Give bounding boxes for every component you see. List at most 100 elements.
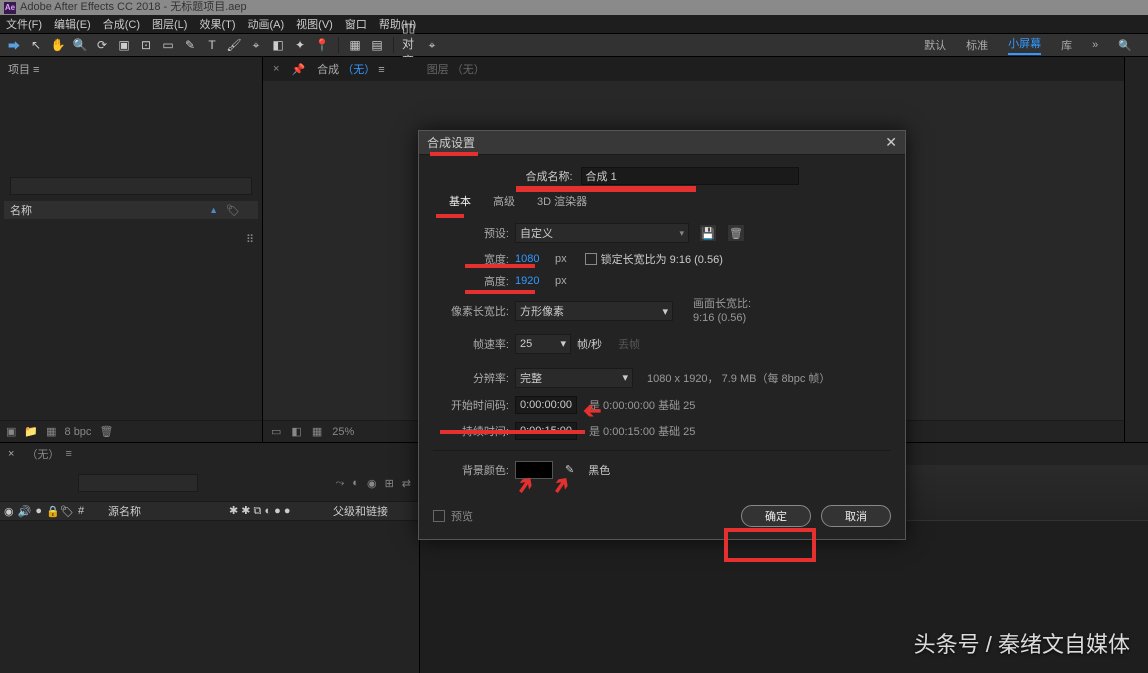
label-column-icon[interactable]: 🏷 <box>60 505 74 518</box>
viewer-zoom[interactable]: 25% <box>332 426 354 438</box>
hand-tool-icon[interactable]: ✋ <box>50 37 66 53</box>
dialog-close-icon[interactable]: ✕ <box>885 134 897 151</box>
clone-tool-icon[interactable]: ⌖ <box>248 37 264 53</box>
right-dock[interactable] <box>1124 57 1148 442</box>
workspace-library[interactable]: 库 <box>1061 37 1072 53</box>
workspace-switcher: 默认 标准 小屏幕 库 » 🔍 <box>924 35 1142 55</box>
puppet-tool-icon[interactable]: 📍 <box>314 37 330 53</box>
selection-tool-icon[interactable]: ↖ <box>28 37 44 53</box>
align-icon[interactable]: ▯▯ 对齐 <box>402 37 418 53</box>
delete-preset-icon[interactable]: 🗑 <box>727 224 745 242</box>
timeline-shy-icon[interactable]: ⤳ <box>335 477 344 490</box>
bg-label: 背景颜色: <box>423 462 509 478</box>
workspace-more-icon[interactable]: » <box>1092 39 1098 51</box>
viewer-icon-2[interactable]: ◧ <box>291 425 301 438</box>
dialog-title: 合成设置 <box>427 134 475 151</box>
eye-column-icon[interactable]: ◉ <box>4 505 14 518</box>
duration-input[interactable] <box>515 422 577 440</box>
width-input[interactable] <box>515 253 549 265</box>
text-tool-icon[interactable]: T <box>204 37 220 53</box>
new-comp-icon[interactable]: ▦ <box>46 425 56 438</box>
fps-label: 帧速率: <box>437 336 509 352</box>
project-panel-tab[interactable]: 项目 ≡ <box>8 61 39 77</box>
comp-name-input[interactable] <box>581 167 799 185</box>
solo-column-icon[interactable]: ● <box>35 505 42 518</box>
new-folder-icon[interactable]: 📁 <box>24 425 38 438</box>
tab-basic[interactable]: 基本 <box>449 193 471 209</box>
timeline-graph-icon[interactable]: ⊞ <box>385 477 394 490</box>
camera-tool-icon[interactable]: ▣ <box>116 37 132 53</box>
shape-tool-icon[interactable]: ▭ <box>160 37 176 53</box>
menu-composition[interactable]: 合成(C) <box>103 16 140 32</box>
search-icon[interactable]: 🔍 <box>1118 39 1132 52</box>
zoom-tool-icon[interactable]: 🔍 <box>72 37 88 53</box>
save-preset-icon[interactable]: 💾 <box>699 224 717 242</box>
viewer-close-icon[interactable]: × <box>273 63 279 75</box>
source-name-column[interactable]: 源名称 <box>100 503 229 519</box>
menu-effect[interactable]: 效果(T) <box>199 16 235 32</box>
index-column-icon[interactable]: # <box>78 505 84 518</box>
project-column-header[interactable]: 名称 ▲ 🏷 <box>4 201 258 219</box>
workspace-standard[interactable]: 标准 <box>966 37 988 53</box>
lock-aspect-checkbox[interactable] <box>585 253 597 265</box>
menu-animation[interactable]: 动画(A) <box>248 16 285 32</box>
eyedropper-icon[interactable]: ✎ <box>565 463 574 476</box>
snap-icon[interactable]: ▦ <box>347 37 363 53</box>
pen-tool-icon[interactable]: ✎ <box>182 37 198 53</box>
preview-checkbox[interactable] <box>433 510 445 522</box>
sort-arrow-icon: ▲ <box>209 205 218 215</box>
project-search-input[interactable] <box>10 177 252 195</box>
parent-column[interactable]: 父级和链接 <box>329 503 419 519</box>
switches-column-icon[interactable]: ✱ ✱ ⧉ ◐ ● ● <box>229 505 291 517</box>
eraser-tool-icon[interactable]: ◧ <box>270 37 286 53</box>
audio-column-icon[interactable]: 🔊 <box>18 505 32 518</box>
viewer-icon-1[interactable]: ▭ <box>271 425 281 438</box>
bg-color-swatch[interactable] <box>515 461 553 479</box>
res-select[interactable]: 完整▾ <box>515 368 633 388</box>
timeline-tab-close-icon[interactable]: × <box>8 448 14 460</box>
trash-icon[interactable]: 🗑 <box>99 425 113 438</box>
home-icon[interactable]: ⮕ <box>6 37 22 53</box>
window-title: Adobe After Effects CC 2018 - 无标题项目.aep <box>20 0 247 15</box>
height-input[interactable] <box>515 275 549 287</box>
timeline-mb-icon[interactable]: ◉ <box>367 477 377 490</box>
workspace-default[interactable]: 默认 <box>924 37 946 53</box>
preset-label: 预设: <box>437 225 509 241</box>
brush-tool-icon[interactable]: 🖌 <box>226 37 242 53</box>
grid-icon[interactable]: ▤ <box>369 37 385 53</box>
watermark: 头条号 / 秦绪文自媒体 <box>914 627 1130 659</box>
snap-toggle-icon[interactable]: ⌖ <box>424 37 440 53</box>
menu-layer[interactable]: 图层(L) <box>152 16 187 32</box>
interpret-icon[interactable]: ▣ <box>6 425 16 438</box>
timeline-tab-none[interactable]: （无） <box>26 446 59 462</box>
timeline-blend-icon[interactable]: ◐ <box>352 477 359 489</box>
par-select[interactable]: 方形像素▾ <box>515 301 673 321</box>
panbehind-tool-icon[interactable]: ⊡ <box>138 37 154 53</box>
timeline-search-input[interactable] <box>78 474 198 492</box>
fps-unit: 帧/秒 <box>577 336 602 352</box>
menu-window[interactable]: 窗口 <box>345 16 367 32</box>
start-timecode-input[interactable] <box>515 396 577 414</box>
menu-file[interactable]: 文件(F) <box>6 16 42 32</box>
menu-view[interactable]: 视图(V) <box>296 16 333 32</box>
lock-column-icon[interactable]: 🔒 <box>46 505 60 518</box>
viewer-pin-icon[interactable]: 📌 <box>291 63 305 76</box>
viewer-comp-tab[interactable]: 合成 （无） ≡ <box>317 61 385 77</box>
cancel-button[interactable]: 取消 <box>821 505 891 527</box>
tab-advanced[interactable]: 高级 <box>493 193 515 209</box>
viewer-layer-tab[interactable]: 图层 （无） <box>427 61 485 77</box>
bpc-label[interactable]: 8 bpc <box>65 426 92 438</box>
tab-3d-renderer[interactable]: 3D 渲染器 <box>537 193 587 209</box>
viewer-icon-3[interactable]: ▦ <box>312 425 322 438</box>
fps-select[interactable]: 25▾ <box>515 334 571 354</box>
flowchart-icon[interactable]: ⠿ <box>246 233 254 246</box>
roto-tool-icon[interactable]: ✦ <box>292 37 308 53</box>
rotate-tool-icon[interactable]: ⟳ <box>94 37 110 53</box>
start-label: 开始时间码: <box>423 397 509 413</box>
preset-select[interactable]: 自定义▾ <box>515 223 689 243</box>
timeline-switch-icon[interactable]: ⇄ <box>402 477 411 490</box>
menu-edit[interactable]: 编辑(E) <box>54 16 91 32</box>
label-column-icon: 🏷 <box>226 204 240 217</box>
workspace-small[interactable]: 小屏幕 <box>1008 35 1041 55</box>
ok-button[interactable]: 确定 <box>741 505 811 527</box>
